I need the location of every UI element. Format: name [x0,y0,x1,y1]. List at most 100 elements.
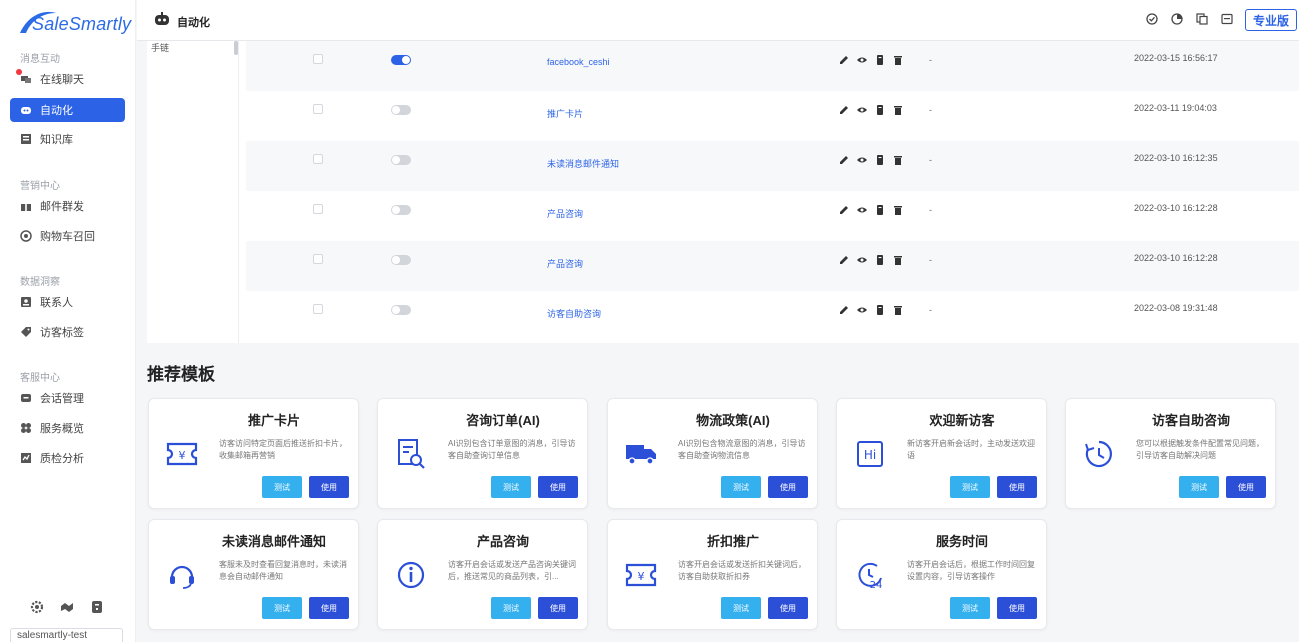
copy-icon[interactable] [875,205,885,215]
row-name-link[interactable]: 访客自助咨询 [547,307,601,320]
delete-icon[interactable] [893,105,903,115]
delete-icon[interactable] [893,205,903,215]
test-button[interactable]: 测试 [721,597,761,619]
user-account-box[interactable]: salesmartly-test [10,628,123,642]
row-checkbox[interactable] [313,254,323,264]
language-icon[interactable] [1221,13,1233,25]
delete-icon[interactable] [893,55,903,65]
sidebar-item-service-overview[interactable]: 服务概览 [10,416,125,440]
sidebar-item-cart-recall[interactable]: 购物车召回 [10,224,125,248]
coupon-icon: ¥ [165,437,199,471]
row-extra: - [929,155,932,165]
sidebar-item-label: 服务概览 [40,423,84,435]
section-title-service: 客服中心 [20,373,60,384]
sidebar-item-sessions[interactable]: 会话管理 [10,386,125,410]
sidebar-item-contacts[interactable]: 联系人 [10,290,125,314]
view-icon[interactable] [857,155,867,165]
tag-icon [20,326,32,338]
pro-plan-button[interactable]: 专业版 [1245,9,1297,31]
sidebar-item-label: 邮件群发 [40,201,84,213]
test-button[interactable]: 测试 [491,597,531,619]
row-actions [839,155,903,165]
sidebar-item-knowledge-base[interactable]: 知识库 [10,127,125,151]
test-button[interactable]: 测试 [721,476,761,498]
test-button[interactable]: 测试 [950,476,990,498]
row-created-date: 2022-03-11 19:04:03 [1134,103,1217,113]
copy-icon[interactable] [875,55,885,65]
delete-icon[interactable] [893,155,903,165]
pie-chart-icon[interactable] [1171,13,1183,25]
sidebar-item-live-chat[interactable]: 在线聊天 [10,67,125,91]
row-checkbox[interactable] [313,204,323,214]
row-name-link[interactable]: facebook_ceshi [547,57,610,67]
copy-icon[interactable] [875,155,885,165]
row-actions [839,205,903,215]
scrollbar-thumb[interactable] [234,41,238,55]
row-enable-toggle[interactable] [391,205,411,215]
row-enable-toggle[interactable] [391,155,411,165]
use-button[interactable]: 使用 [768,597,808,619]
view-icon[interactable] [857,205,867,215]
delete-icon[interactable] [893,305,903,315]
test-button[interactable]: 测试 [262,476,302,498]
template-card-desc: 客服未及时查看回复消息时，未读消息会自动邮件通知 [219,560,347,581]
row-name-link[interactable]: 推广卡片 [547,107,583,120]
row-checkbox[interactable] [313,54,323,64]
edit-icon[interactable] [839,255,849,265]
view-icon[interactable] [857,305,867,315]
row-name-link[interactable]: 产品咨询 [547,207,583,220]
logo[interactable]: SaleSmartly [10,6,131,38]
row-checkbox[interactable] [313,154,323,164]
row-checkbox[interactable] [313,304,323,314]
use-button[interactable]: 使用 [768,476,808,498]
sidebar-item-label: 访客标签 [40,327,84,339]
sidebar-item-visitor-tags[interactable]: 访客标签 [10,320,125,344]
use-button[interactable]: 使用 [997,476,1037,498]
test-button[interactable]: 测试 [1179,476,1219,498]
test-button[interactable]: 测试 [262,597,302,619]
use-button[interactable]: 使用 [1226,476,1266,498]
test-button[interactable]: 测试 [950,597,990,619]
edit-icon[interactable] [839,205,849,215]
top-header: 自动化 专业版 [137,0,1299,41]
row-enable-toggle[interactable] [391,255,411,265]
use-button[interactable]: 使用 [309,597,349,619]
settings-icon[interactable] [30,600,44,614]
use-button[interactable]: 使用 [538,597,578,619]
use-button[interactable]: 使用 [309,476,349,498]
handshake-icon[interactable] [60,600,74,614]
row-actions [839,255,903,265]
copy-icon[interactable] [875,305,885,315]
use-button[interactable]: 使用 [997,597,1037,619]
copy-icon[interactable] [1196,13,1208,25]
row-enable-toggle[interactable] [391,305,411,315]
test-button[interactable]: 测试 [491,476,531,498]
edit-icon[interactable] [839,155,849,165]
edit-icon[interactable] [839,55,849,65]
template-card-desc: 访客访问特定页面后推送折扣卡片，收集邮箱再营销 [219,439,347,460]
sidebar-item-email-broadcast[interactable]: 邮件群发 [10,194,125,218]
row-checkbox[interactable] [313,104,323,114]
copy-icon[interactable] [875,255,885,265]
edit-icon[interactable] [839,105,849,115]
copy-icon[interactable] [875,105,885,115]
row-enable-toggle[interactable] [391,105,411,115]
edit-icon[interactable] [839,305,849,315]
row-enable-toggle[interactable] [391,55,411,65]
sidebar-item-quality-analysis[interactable]: 质检分析 [10,446,125,470]
template-card-desc: 新访客开启新会话时，主动发送欢迎语 [907,439,1035,460]
templates-title: 推荐模板 [147,365,215,384]
template-card: 产品咨询 访客开启会话或发送产品咨询关键词后，推送常见的商品列表，引... 测试 使用 [377,519,588,630]
row-name-link[interactable]: 产品咨询 [547,257,583,270]
view-icon[interactable] [857,55,867,65]
view-icon[interactable] [857,255,867,265]
sidebar-item-label: 在线聊天 [40,74,84,86]
delete-icon[interactable] [893,255,903,265]
sidebar-item-automation[interactable]: 自动化 [10,98,125,122]
row-name-link[interactable]: 未读消息邮件通知 [547,157,619,170]
help-icon[interactable] [90,600,104,614]
view-icon[interactable] [857,105,867,115]
row-created-date: 2022-03-15 16:56:17 [1134,53,1218,63]
use-button[interactable]: 使用 [538,476,578,498]
check-circle-icon[interactable] [1146,13,1158,25]
